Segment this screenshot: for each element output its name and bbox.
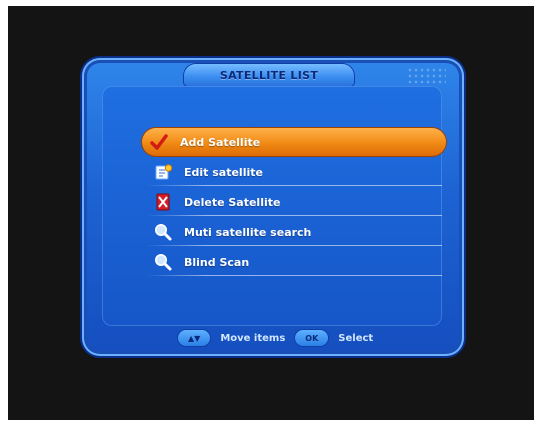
menu-list: Add Satellite Edit satellite Delete Sate… — [142, 128, 446, 278]
divider — [146, 275, 442, 276]
menu-item-label: Edit satellite — [184, 165, 263, 179]
ok-key-badge: OK — [295, 330, 329, 346]
menu-item-label: Delete Satellite — [184, 195, 281, 209]
panel-title: SATELLITE LIST — [219, 68, 319, 82]
menu-item-delete-satellite[interactable]: Delete Satellite — [146, 188, 442, 216]
menu-item-label: Muti satellite search — [184, 225, 312, 239]
menu-item-multi-satellite-search[interactable]: Muti satellite search — [146, 218, 442, 246]
divider — [146, 185, 442, 186]
menu-area: Add Satellite Edit satellite Delete Sate… — [102, 86, 446, 326]
hint-bar: ▲▼ Move items OK Select — [178, 328, 398, 348]
divider — [146, 245, 442, 246]
satellite-list-panel: SATELLITE LIST Add Satellite Edit satell… — [82, 58, 464, 356]
move-hint-text: Move items — [220, 332, 286, 344]
title-bar: SATELLITE LIST — [184, 64, 354, 86]
menu-item-blind-scan[interactable]: Blind Scan — [146, 248, 442, 276]
menu-item-label: Blind Scan — [184, 255, 250, 269]
menu-item-edit-satellite[interactable]: Edit satellite — [146, 158, 442, 186]
menu-item-add-satellite[interactable]: Add Satellite — [142, 128, 446, 156]
menu-item-label: Add Satellite — [180, 135, 261, 149]
move-key-badge: ▲▼ — [178, 330, 211, 346]
edit-icon — [152, 161, 174, 183]
tv-screen: SATELLITE LIST Add Satellite Edit satell… — [8, 6, 534, 420]
search-icon — [152, 251, 174, 273]
search-icon — [152, 221, 174, 243]
divider — [146, 215, 442, 216]
delete-icon — [152, 191, 174, 213]
checkmark-icon — [148, 131, 170, 153]
select-hint-text: Select — [338, 332, 374, 344]
decorative-dots — [408, 68, 446, 86]
